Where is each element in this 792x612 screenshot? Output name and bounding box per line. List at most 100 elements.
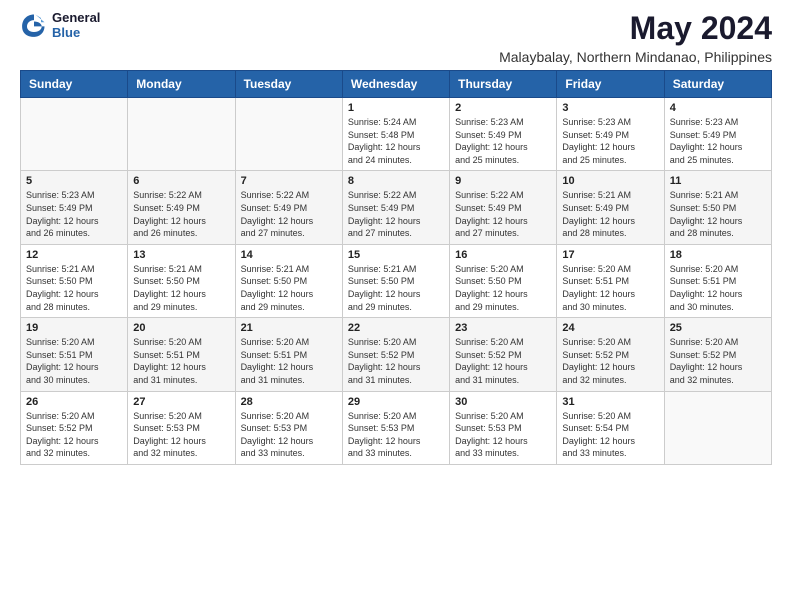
table-row: 14 Sunrise: 5:21 AM Sunset: 5:50 PM Dayli… (235, 244, 342, 317)
header-monday: Monday (128, 71, 235, 98)
day-info: Sunrise: 5:23 AM Sunset: 5:49 PM Dayligh… (26, 189, 122, 239)
day-info: Sunrise: 5:20 AM Sunset: 5:53 PM Dayligh… (455, 410, 551, 460)
table-row: 4 Sunrise: 5:23 AM Sunset: 5:49 PM Daylig… (664, 98, 771, 171)
day-info: Sunrise: 5:21 AM Sunset: 5:50 PM Dayligh… (241, 263, 337, 313)
page-container: General Blue May 2024 Malaybalay, Northe… (0, 0, 792, 475)
day-info: Sunrise: 5:21 AM Sunset: 5:49 PM Dayligh… (562, 189, 658, 239)
day-info: Sunrise: 5:22 AM Sunset: 5:49 PM Dayligh… (455, 189, 551, 239)
day-info: Sunrise: 5:20 AM Sunset: 5:51 PM Dayligh… (133, 336, 229, 386)
table-row: 11 Sunrise: 5:21 AM Sunset: 5:50 PM Dayli… (664, 171, 771, 244)
table-row: 29 Sunrise: 5:20 AM Sunset: 5:53 PM Dayli… (342, 391, 449, 464)
day-number: 1 (348, 102, 444, 114)
day-number: 8 (348, 175, 444, 187)
day-number: 20 (133, 322, 229, 334)
table-row: 1 Sunrise: 5:24 AM Sunset: 5:48 PM Daylig… (342, 98, 449, 171)
day-info: Sunrise: 5:24 AM Sunset: 5:48 PM Dayligh… (348, 116, 444, 166)
day-number: 7 (241, 175, 337, 187)
page-header: General Blue May 2024 Malaybalay, Northe… (0, 0, 792, 70)
table-row: 18 Sunrise: 5:20 AM Sunset: 5:51 PM Dayli… (664, 244, 771, 317)
day-info: Sunrise: 5:20 AM Sunset: 5:50 PM Dayligh… (455, 263, 551, 313)
month-title: May 2024 (499, 10, 772, 47)
calendar-week-4: 19 Sunrise: 5:20 AM Sunset: 5:51 PM Dayli… (21, 318, 772, 391)
day-info: Sunrise: 5:20 AM Sunset: 5:53 PM Dayligh… (133, 410, 229, 460)
day-number: 11 (670, 175, 766, 187)
table-row: 30 Sunrise: 5:20 AM Sunset: 5:53 PM Dayli… (450, 391, 557, 464)
day-number: 14 (241, 249, 337, 261)
day-info: Sunrise: 5:20 AM Sunset: 5:51 PM Dayligh… (670, 263, 766, 313)
day-number: 13 (133, 249, 229, 261)
day-info: Sunrise: 5:21 AM Sunset: 5:50 PM Dayligh… (133, 263, 229, 313)
day-info: Sunrise: 5:22 AM Sunset: 5:49 PM Dayligh… (348, 189, 444, 239)
calendar-week-3: 12 Sunrise: 5:21 AM Sunset: 5:50 PM Dayli… (21, 244, 772, 317)
table-row: 6 Sunrise: 5:22 AM Sunset: 5:49 PM Daylig… (128, 171, 235, 244)
day-number: 25 (670, 322, 766, 334)
title-section: May 2024 Malaybalay, Northern Mindanao, … (499, 10, 772, 65)
day-number: 16 (455, 249, 551, 261)
table-row: 13 Sunrise: 5:21 AM Sunset: 5:50 PM Dayli… (128, 244, 235, 317)
day-info: Sunrise: 5:23 AM Sunset: 5:49 PM Dayligh… (670, 116, 766, 166)
table-row (235, 98, 342, 171)
day-number: 4 (670, 102, 766, 114)
day-number: 6 (133, 175, 229, 187)
table-row: 15Sunrise: 5:21 AM Sunset: 5:50 PM Dayli… (342, 244, 449, 317)
location-text: Malaybalay, Northern Mindanao, Philippin… (499, 49, 772, 65)
day-number: 12 (26, 249, 122, 261)
day-number: 3 (562, 102, 658, 114)
day-number: 23 (455, 322, 551, 334)
day-number: 31 (562, 396, 658, 408)
table-row (664, 391, 771, 464)
table-row: 24Sunrise: 5:20 AM Sunset: 5:52 PM Dayli… (557, 318, 664, 391)
header-friday: Friday (557, 71, 664, 98)
day-info: Sunrise: 5:20 AM Sunset: 5:52 PM Dayligh… (670, 336, 766, 386)
day-number: 9 (455, 175, 551, 187)
table-row: 31 Sunrise: 5:20 AM Sunset: 5:54 PM Dayli… (557, 391, 664, 464)
logo-icon (20, 11, 48, 39)
day-info: Sunrise: 5:21 AM Sunset: 5:50 PM Dayligh… (26, 263, 122, 313)
header-saturday: Saturday (664, 71, 771, 98)
day-info: Sunrise: 5:20 AM Sunset: 5:53 PM Dayligh… (348, 410, 444, 460)
table-row: 25 Sunrise: 5:20 AM Sunset: 5:52 PM Dayli… (664, 318, 771, 391)
day-number: 30 (455, 396, 551, 408)
day-info: Sunrise: 5:20 AM Sunset: 5:51 PM Dayligh… (241, 336, 337, 386)
table-row: 26 Sunrise: 5:20 AM Sunset: 5:52 PM Dayli… (21, 391, 128, 464)
day-number: 2 (455, 102, 551, 114)
day-info: Sunrise: 5:20 AM Sunset: 5:53 PM Dayligh… (241, 410, 337, 460)
logo-blue-text: Blue (52, 25, 100, 40)
day-info: Sunrise: 5:22 AM Sunset: 5:49 PM Dayligh… (241, 189, 337, 239)
table-row: 20 Sunrise: 5:20 AM Sunset: 5:51 PM Dayli… (128, 318, 235, 391)
day-number: 26 (26, 396, 122, 408)
table-row: 21 Sunrise: 5:20 AM Sunset: 5:51 PM Dayli… (235, 318, 342, 391)
table-row: 9 Sunrise: 5:22 AM Sunset: 5:49 PM Daylig… (450, 171, 557, 244)
day-info: Sunrise: 5:20 AM Sunset: 5:52 PM Dayligh… (26, 410, 122, 460)
logo-general-text: General (52, 10, 100, 25)
day-info: Sunrise: 5:20 AM Sunset: 5:52 PM Dayligh… (455, 336, 551, 386)
day-number: 18 (670, 249, 766, 261)
day-number: 19 (26, 322, 122, 334)
table-row: 8 Sunrise: 5:22 AM Sunset: 5:49 PM Daylig… (342, 171, 449, 244)
day-number: 27 (133, 396, 229, 408)
day-info: Sunrise: 5:20 AM Sunset: 5:54 PM Dayligh… (562, 410, 658, 460)
calendar-table: Sunday Monday Tuesday Wednesday Thursday… (20, 70, 772, 465)
table-row: 28Sunrise: 5:20 AM Sunset: 5:53 PM Dayli… (235, 391, 342, 464)
table-row: 5Sunrise: 5:23 AM Sunset: 5:49 PM Daylig… (21, 171, 128, 244)
day-info: Sunrise: 5:23 AM Sunset: 5:49 PM Dayligh… (562, 116, 658, 166)
day-number: 10 (562, 175, 658, 187)
day-info: Sunrise: 5:20 AM Sunset: 5:52 PM Dayligh… (562, 336, 658, 386)
header-tuesday: Tuesday (235, 71, 342, 98)
day-info: Sunrise: 5:20 AM Sunset: 5:52 PM Dayligh… (348, 336, 444, 386)
day-info: Sunrise: 5:21 AM Sunset: 5:50 PM Dayligh… (670, 189, 766, 239)
table-row (21, 98, 128, 171)
day-number: 21 (241, 322, 337, 334)
day-number: 29 (348, 396, 444, 408)
table-row: 16 Sunrise: 5:20 AM Sunset: 5:50 PM Dayli… (450, 244, 557, 317)
day-info: Sunrise: 5:20 AM Sunset: 5:51 PM Dayligh… (26, 336, 122, 386)
day-info: Sunrise: 5:20 AM Sunset: 5:51 PM Dayligh… (562, 263, 658, 313)
table-row: 23 Sunrise: 5:20 AM Sunset: 5:52 PM Dayli… (450, 318, 557, 391)
table-row: 2Sunrise: 5:23 AM Sunset: 5:49 PM Daylig… (450, 98, 557, 171)
table-row: 17Sunrise: 5:20 AM Sunset: 5:51 PM Dayli… (557, 244, 664, 317)
day-info: Sunrise: 5:22 AM Sunset: 5:49 PM Dayligh… (133, 189, 229, 239)
header-thursday: Thursday (450, 71, 557, 98)
table-row: 22Sunrise: 5:20 AM Sunset: 5:52 PM Dayli… (342, 318, 449, 391)
calendar-week-5: 26 Sunrise: 5:20 AM Sunset: 5:52 PM Dayli… (21, 391, 772, 464)
calendar-week-1: 1 Sunrise: 5:24 AM Sunset: 5:48 PM Daylig… (21, 98, 772, 171)
